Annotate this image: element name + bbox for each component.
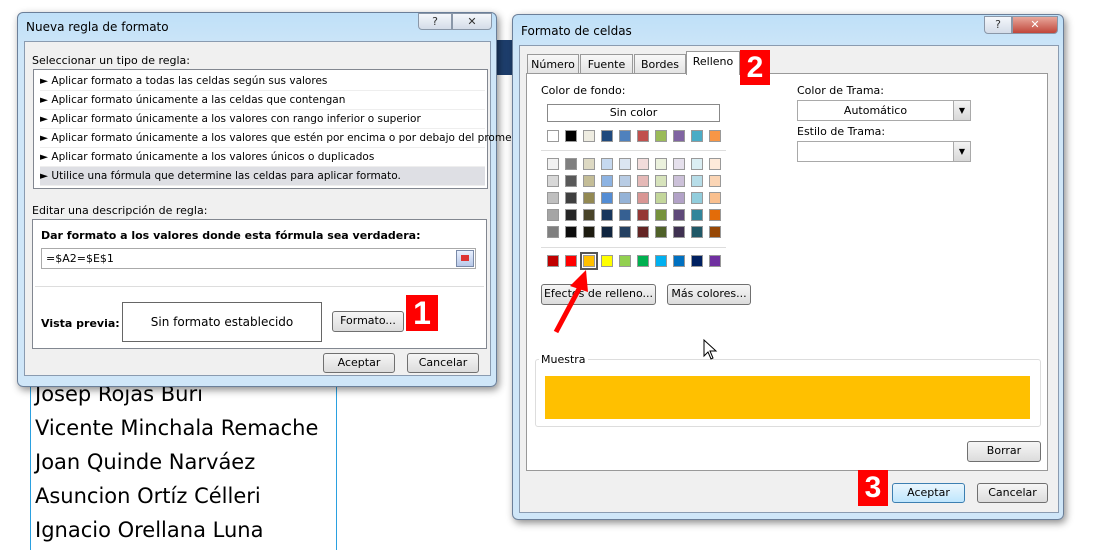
red-arrow-icon: [553, 270, 588, 334]
mouse-cursor-icon: [703, 338, 718, 360]
annotation-overlay: [553, 270, 718, 360]
